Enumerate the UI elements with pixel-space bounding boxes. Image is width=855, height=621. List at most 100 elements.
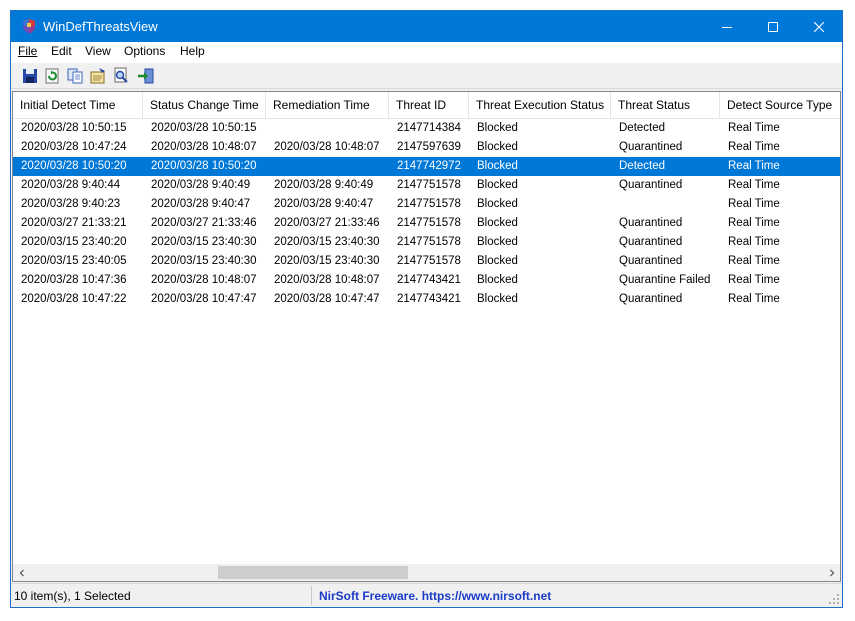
app-shield-icon <box>23 19 35 34</box>
save-icon <box>23 69 37 83</box>
refresh-button[interactable] <box>43 67 61 85</box>
table-row[interactable]: 2020/03/15 23:40:05 2020/03/15 23:40:30 … <box>13 252 840 271</box>
column-header-threat-status[interactable]: Threat Status <box>611 92 720 118</box>
cell-status-change-time: 2020/03/28 10:47:47 <box>151 293 257 305</box>
cell-status-change-time: 2020/03/28 10:50:20 <box>151 160 257 172</box>
cell-threat-status: Quarantined <box>619 293 683 305</box>
title-bar[interactable]: WinDefThreatsView <box>11 11 842 42</box>
table-row[interactable]: 2020/03/28 9:40:44 2020/03/28 9:40:49 20… <box>13 176 840 195</box>
status-bar: 10 item(s), 1 Selected NirSoft Freeware.… <box>11 583 842 607</box>
cell-threat-id: 2147742972 <box>397 160 461 172</box>
refresh-icon <box>45 68 59 84</box>
cell-threat-status: Quarantined <box>619 236 683 248</box>
cell-threat-execution-status: Blocked <box>477 236 518 248</box>
table-row-selected[interactable]: 2020/03/28 10:50:20 2020/03/28 10:50:20 … <box>13 157 840 176</box>
cell-threat-id: 2147597639 <box>397 141 461 153</box>
menu-file-label: File <box>18 44 38 58</box>
column-header-initial-detect-time[interactable]: Initial Detect Time <box>13 92 143 118</box>
table-row[interactable]: 2020/03/28 10:47:22 2020/03/28 10:47:47 … <box>13 290 840 309</box>
cell-initial-detect-time: 2020/03/28 10:47:36 <box>21 274 127 286</box>
column-header-status-change-time[interactable]: Status Change Time <box>143 92 266 118</box>
cell-detect-source-type: Real Time <box>728 179 780 191</box>
cell-remediation-time: 2020/03/28 9:40:49 <box>274 179 374 191</box>
cell-status-change-time: 2020/03/28 10:48:07 <box>151 141 257 153</box>
scroll-right-button[interactable] <box>823 564 840 581</box>
properties-button[interactable] <box>89 67 107 85</box>
cell-detect-source-type: Real Time <box>728 236 780 248</box>
cell-detect-source-type: Real Time <box>728 274 780 286</box>
table-row[interactable]: 2020/03/28 10:50:15 2020/03/28 10:50:15 … <box>13 119 840 138</box>
menu-file[interactable]: File <box>18 44 37 58</box>
app-window: WinDefThreatsView File Edit View Options… <box>10 10 843 608</box>
scroll-left-button[interactable] <box>13 564 30 581</box>
cell-initial-detect-time: 2020/03/15 23:40:20 <box>21 236 127 248</box>
cell-threat-status: Quarantined <box>619 217 683 229</box>
column-header-threat-execution-status[interactable]: Threat Execution Status <box>469 92 611 118</box>
cell-initial-detect-time: 2020/03/28 10:47:24 <box>21 141 127 153</box>
resize-grip-icon[interactable] <box>828 593 840 605</box>
menu-edit[interactable]: Edit <box>51 44 72 58</box>
cell-threat-status: Quarantined <box>619 141 683 153</box>
list-rows: 2020/03/28 10:50:15 2020/03/28 10:50:15 … <box>13 119 840 309</box>
cell-status-change-time: 2020/03/28 9:40:47 <box>151 198 251 210</box>
find-button[interactable] <box>112 67 130 85</box>
cell-threat-status: Quarantined <box>619 179 683 191</box>
close-icon <box>814 21 824 32</box>
cell-detect-source-type: Real Time <box>728 293 780 305</box>
minimize-icon <box>722 26 732 28</box>
cell-status-change-time: 2020/03/28 9:40:49 <box>151 179 251 191</box>
column-header-threat-id[interactable]: Threat ID <box>389 92 469 118</box>
table-row[interactable]: 2020/03/15 23:40:20 2020/03/15 23:40:30 … <box>13 233 840 252</box>
cell-threat-status: Quarantined <box>619 255 683 267</box>
cell-threat-execution-status: Blocked <box>477 293 518 305</box>
cell-remediation-time: 2020/03/15 23:40:30 <box>274 255 380 267</box>
cell-remediation-time: 2020/03/28 10:48:07 <box>274 141 380 153</box>
cell-threat-id: 2147751578 <box>397 179 461 191</box>
table-row[interactable]: 2020/03/28 10:47:36 2020/03/28 10:48:07 … <box>13 271 840 290</box>
cell-threat-status: Detected <box>619 160 666 172</box>
cell-detect-source-type: Real Time <box>728 198 780 210</box>
cell-remediation-time <box>266 119 389 138</box>
column-header-remediation-time[interactable]: Remediation Time <box>266 92 389 118</box>
cell-status-change-time: 2020/03/28 10:50:15 <box>151 122 257 134</box>
exit-icon <box>138 68 154 84</box>
maximize-button[interactable] <box>750 11 796 42</box>
minimize-button[interactable] <box>704 11 750 42</box>
cell-status-change-time: 2020/03/28 10:48:07 <box>151 274 257 286</box>
menu-options[interactable]: Options <box>124 44 165 58</box>
table-row[interactable]: 2020/03/28 9:40:23 2020/03/28 9:40:47 20… <box>13 195 840 214</box>
threats-list-view[interactable]: Initial Detect Time Status Change Time R… <box>12 91 841 582</box>
scroll-thumb[interactable] <box>218 566 408 579</box>
cell-remediation-time: 2020/03/28 10:48:07 <box>274 274 380 286</box>
cell-initial-detect-time: 2020/03/28 10:47:22 <box>21 293 127 305</box>
close-button[interactable] <box>796 11 842 42</box>
cell-threat-execution-status: Blocked <box>477 141 518 153</box>
cell-threat-id: 2147743421 <box>397 274 461 286</box>
menu-help[interactable]: Help <box>180 44 205 58</box>
cell-remediation-time: 2020/03/27 21:33:46 <box>274 217 380 229</box>
cell-threat-execution-status: Blocked <box>477 198 518 210</box>
horizontal-scrollbar[interactable] <box>13 564 840 581</box>
cell-remediation-time <box>266 157 389 176</box>
exit-button[interactable] <box>137 67 155 85</box>
nirsoft-link[interactable]: NirSoft Freeware. https://www.nirsoft.ne… <box>319 589 551 603</box>
cell-detect-source-type: Real Time <box>728 122 780 134</box>
column-header-detect-source-type[interactable]: Detect Source Type <box>720 92 840 118</box>
cell-initial-detect-time: 2020/03/28 9:40:44 <box>21 179 121 191</box>
cell-threat-execution-status: Blocked <box>477 122 518 134</box>
status-item-count: 10 item(s), 1 Selected <box>14 589 131 603</box>
cell-threat-status: Detected <box>619 122 666 134</box>
cell-threat-id: 2147751578 <box>397 255 461 267</box>
menu-view-label: View <box>85 44 111 58</box>
cell-threat-id: 2147743421 <box>397 293 461 305</box>
cell-initial-detect-time: 2020/03/28 10:50:15 <box>21 122 127 134</box>
copy-button[interactable] <box>66 67 84 85</box>
table-row[interactable]: 2020/03/28 10:47:24 2020/03/28 10:48:07 … <box>13 138 840 157</box>
cell-threat-execution-status: Blocked <box>477 255 518 267</box>
maximize-icon <box>768 21 778 32</box>
save-button[interactable] <box>21 67 39 85</box>
menu-view[interactable]: View <box>85 44 111 58</box>
table-row[interactable]: 2020/03/27 21:33:21 2020/03/27 21:33:46 … <box>13 214 840 233</box>
menu-options-label: Options <box>124 44 166 58</box>
cell-initial-detect-time: 2020/03/27 21:33:21 <box>21 217 127 229</box>
